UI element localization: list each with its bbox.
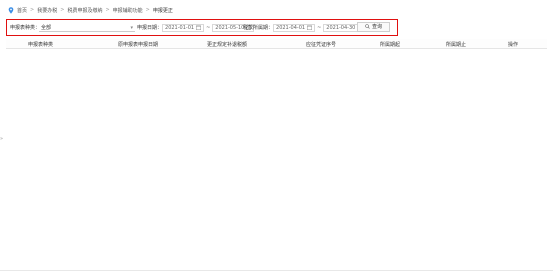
declare-date-field: 申报日期： 2021-01-01 ~ 2021-05-10 <box>137 23 255 32</box>
column-header-tax-type: 申报表种类 <box>28 41 54 48</box>
date-range-separator: ~ <box>317 24 322 31</box>
declare-date-from-value: 2021-01-01 <box>165 24 195 31</box>
column-header-actions: 操作 <box>508 41 519 48</box>
breadcrumb-current-page: 申报更正 <box>152 7 173 14</box>
chevron-down-icon: ▾ <box>130 24 133 31</box>
column-header-voucher-number: 应征凭证序号 <box>306 41 337 48</box>
date-range-separator: ~ <box>206 24 211 31</box>
table-header: 申报表种类 原申报表申报日期 更正规定补退税额 应征凭证序号 所属期起 所属期止… <box>6 39 547 49</box>
breadcrumb-separator: > <box>30 7 35 13</box>
tax-period-to-value: 2021-04-30 <box>326 24 356 31</box>
declare-date-label: 申报日期： <box>137 25 163 31</box>
breadcrumb-separator: > <box>105 7 110 13</box>
column-header-refund-amount: 更正规定补退税额 <box>207 41 248 48</box>
breadcrumb-auxiliary-functions[interactable]: 申报辅助功能 <box>113 7 143 14</box>
tax-period-from-input[interactable]: 2021-04-01 <box>273 23 316 32</box>
calendar-icon <box>196 25 202 30</box>
tax-type-selected-value: 全部 <box>41 24 52 31</box>
search-icon <box>365 24 370 29</box>
breadcrumb-separator: > <box>145 7 150 13</box>
sidebar-expand-toggle[interactable]: » <box>0 136 3 142</box>
declare-date-to-value: 2021-05-10 <box>215 24 245 31</box>
query-button[interactable]: 查询 <box>357 21 390 32</box>
column-header-original-declare-date: 原申报表申报日期 <box>118 41 159 48</box>
calendar-icon <box>307 25 313 30</box>
column-header-period-end: 所属期止 <box>446 41 467 48</box>
tax-period-label: 税款所属期： <box>243 25 274 31</box>
tax-period-from-value: 2021-04-01 <box>276 24 306 31</box>
tax-type-label: 申报表种类： <box>10 25 41 31</box>
filter-toolbar: 申报表种类： 全部 ▾ 申报日期： 2021-01-01 ~ 2021-05-1… <box>6 19 398 36</box>
declare-date-from-input[interactable]: 2021-01-01 <box>162 23 205 32</box>
tax-type-field: 申报表种类： 全部 ▾ <box>10 24 138 32</box>
breadcrumb-separator: > <box>60 7 65 13</box>
breadcrumb: 首页 > 我要办税 > 税费申报及缴纳 > 申报辅助功能 > 申报更正 <box>8 6 173 14</box>
breadcrumb-tax-service[interactable]: 我要办税 <box>37 7 57 14</box>
tax-period-field: 税款所属期： 2021-04-01 ~ 2021-04-30 <box>243 23 366 32</box>
tax-type-select[interactable]: 全部 ▾ <box>39 24 135 32</box>
breadcrumb-home[interactable]: 首页 <box>17 7 27 14</box>
column-header-period-start: 所属期起 <box>380 41 401 48</box>
breadcrumb-declare-and-pay[interactable]: 税费申报及缴纳 <box>67 7 102 14</box>
query-button-label: 查询 <box>371 24 382 30</box>
divider <box>0 270 553 271</box>
location-pin-icon <box>8 6 14 14</box>
